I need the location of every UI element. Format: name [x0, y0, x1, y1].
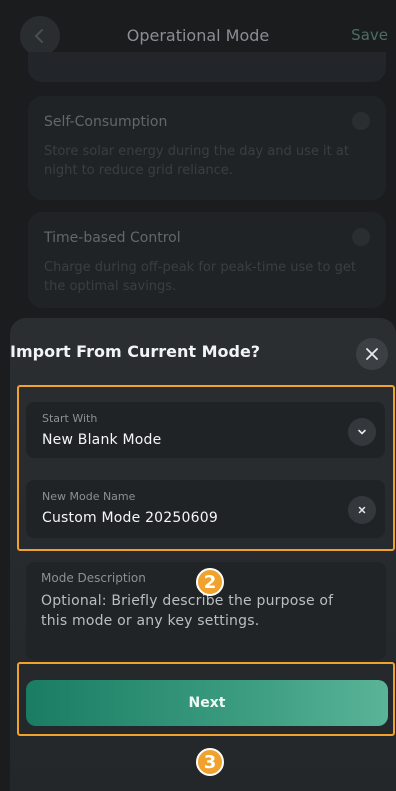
save-button[interactable]: Save: [351, 26, 388, 44]
mode-card-description: Store solar energy during the day and us…: [44, 144, 349, 178]
mode-card-title: Self-Consumption: [44, 114, 168, 130]
close-button[interactable]: [356, 338, 388, 370]
highlight-box-fields: [17, 385, 395, 551]
mode-description-placeholder[interactable]: Optional: Briefly describe the purpose o…: [41, 591, 341, 631]
step-2-badge: 2: [196, 568, 224, 596]
highlight-box-next: [17, 662, 395, 736]
radio-button[interactable]: [352, 112, 370, 130]
sheet-title: Import From Current Mode?: [10, 342, 261, 361]
mode-card-title: Time-based Control: [44, 230, 181, 246]
mode-card-self-consumption[interactable]: Self-Consumption Store solar energy duri…: [28, 96, 386, 200]
mode-description-label: Mode Description: [41, 571, 146, 585]
close-icon: [366, 348, 378, 360]
mode-card-description: Charge during off-peak for peak-time use…: [44, 260, 356, 294]
page-title: Operational Mode: [126, 26, 270, 45]
previous-card-edge: [28, 52, 386, 82]
mode-card-time-based-control[interactable]: Time-based Control Charge during off-pea…: [28, 212, 386, 308]
step-3-badge: 3: [196, 748, 224, 776]
radio-button[interactable]: [352, 228, 370, 246]
